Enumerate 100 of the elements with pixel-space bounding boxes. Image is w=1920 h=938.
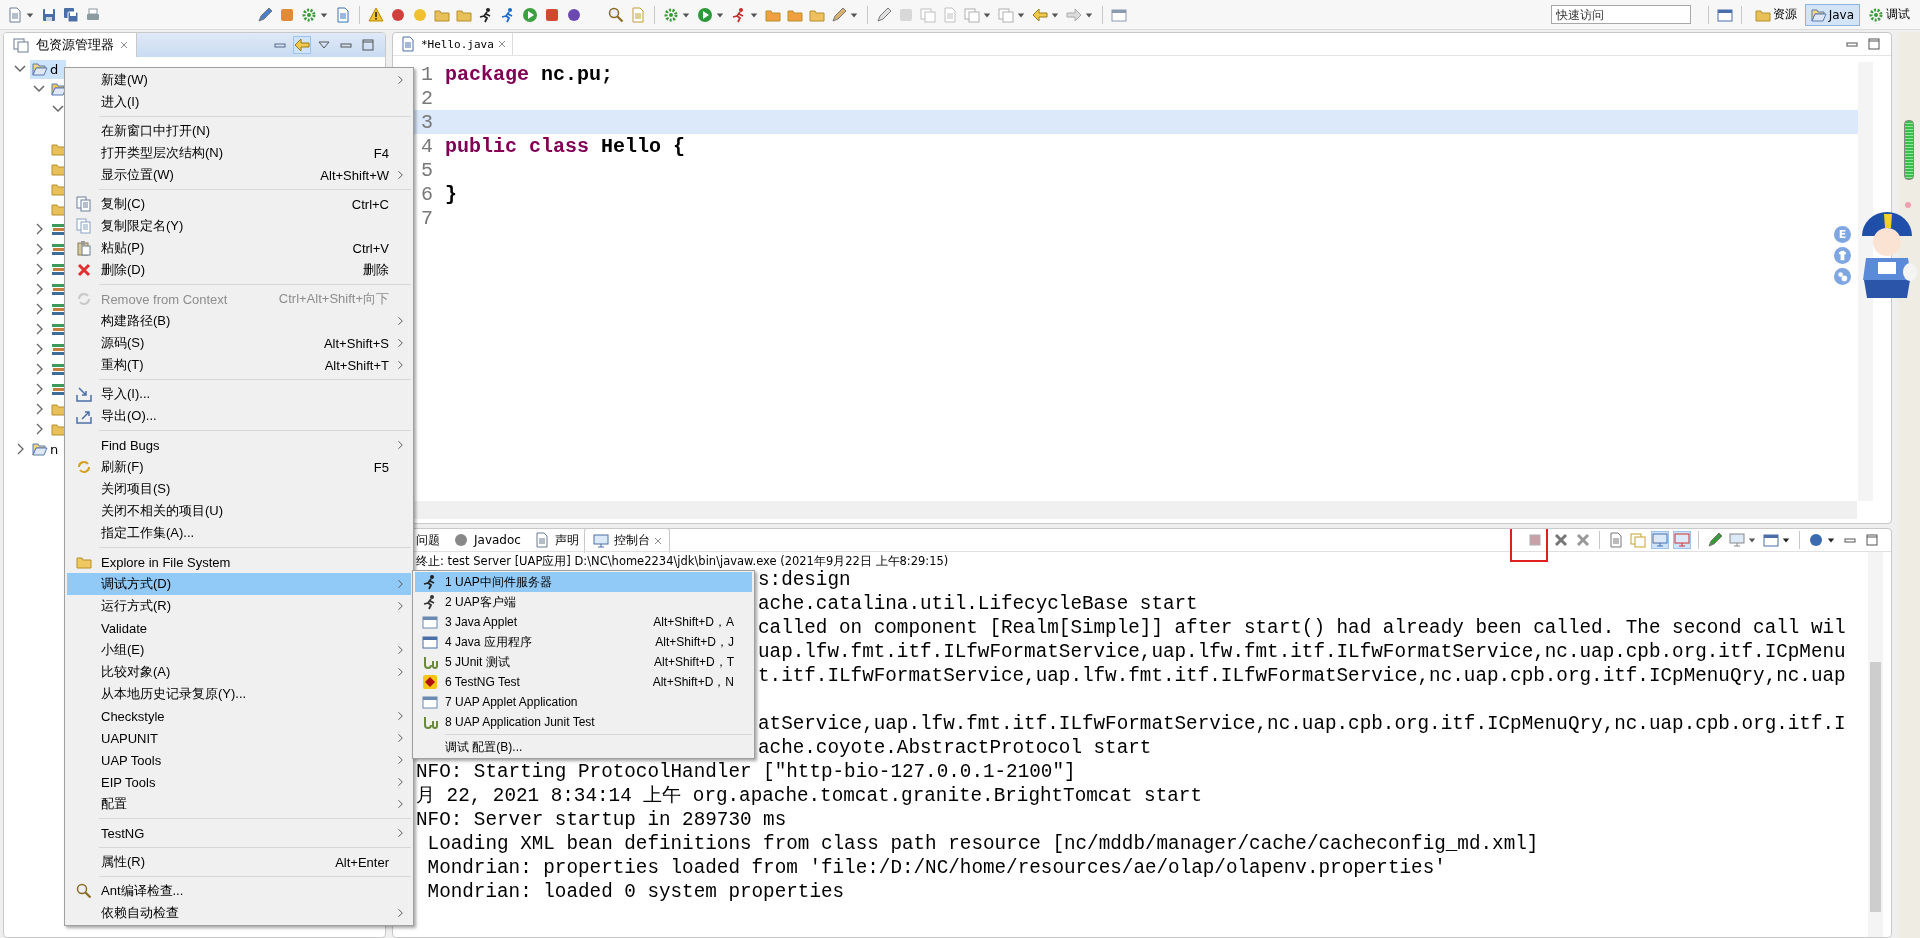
play-icon[interactable] xyxy=(522,6,538,23)
perspective-button[interactable]: 资源 xyxy=(1748,3,1803,26)
menu-item[interactable]: 5 JUnit 测试 Alt+Shift+D，T xyxy=(415,652,752,672)
menu-item[interactable]: 2 UAP客户端 xyxy=(415,592,752,612)
console-line: NFO: Server startup in 289730 ms xyxy=(416,809,787,831)
menu-item[interactable]: 调试方式(D) xyxy=(67,573,411,595)
stop-icon[interactable] xyxy=(1527,532,1543,548)
menu-item[interactable]: Validate xyxy=(67,617,411,639)
quick-access-field[interactable]: 快速访问 xyxy=(1550,5,1691,24)
view-tab[interactable]: 包资源管理器 xyxy=(4,33,137,57)
document-icon xyxy=(533,532,550,548)
maximize-icon[interactable] xyxy=(360,37,376,53)
menu-item[interactable]: 运行方式(R) xyxy=(67,595,411,617)
menu-item[interactable]: 在新窗口中打开(N) xyxy=(67,120,411,142)
menu-item[interactable]: 小组(E) xyxy=(67,639,411,661)
menu-item[interactable]: 属性(R) Alt+Enter xyxy=(67,851,411,873)
scrollbar[interactable] xyxy=(1868,552,1883,937)
menu-item[interactable]: 指定工作集(A)... xyxy=(67,522,411,544)
square-icon[interactable] xyxy=(544,6,560,23)
menu-item[interactable]: UAPUNIT xyxy=(67,727,411,749)
menu-item[interactable]: 刷新(F) F5 xyxy=(67,456,411,478)
chat-icon[interactable] xyxy=(1834,268,1851,285)
menu-item[interactable]: 复制(C) Ctrl+C xyxy=(67,193,411,215)
open-perspective-icon[interactable] xyxy=(1716,6,1733,23)
window-icon[interactable] xyxy=(1111,6,1127,23)
folder-icon xyxy=(51,421,67,437)
menu-item[interactable]: 源码(S) Alt+Shift+S xyxy=(67,332,411,354)
view-tab[interactable]: 问题 xyxy=(411,529,445,552)
gear-icon[interactable] xyxy=(663,6,679,23)
document-icon[interactable] xyxy=(335,6,351,23)
menu-item[interactable]: 粘贴(P) Ctrl+V xyxy=(67,237,411,259)
editor-tab[interactable]: *Hello.java xyxy=(393,33,513,55)
menu-item[interactable]: 构建路径(B) xyxy=(67,310,411,332)
menu-item[interactable]: TestNG xyxy=(67,822,411,844)
print-icon[interactable] xyxy=(85,6,101,23)
menu-item[interactable]: 重构(T) Alt+Shift+T xyxy=(67,354,411,376)
menu-item[interactable]: 显示位置(W) Alt+Shift+W xyxy=(67,164,411,186)
new-window-icon[interactable] xyxy=(1763,532,1779,548)
gear-icon[interactable] xyxy=(301,6,317,23)
close-icon[interactable] xyxy=(118,39,130,51)
view-tab[interactable]: 声明 xyxy=(525,529,584,552)
folder-icon xyxy=(51,401,67,417)
menu-item[interactable]: 配置 xyxy=(67,793,411,815)
window-icon xyxy=(422,614,438,630)
menu-item[interactable]: 从本地历史记录复原(Y)... xyxy=(67,683,411,705)
menu-item[interactable]: 7 UAP Applet Application xyxy=(415,692,752,712)
play-icon[interactable] xyxy=(697,6,713,23)
remove-icon[interactable] xyxy=(1553,532,1569,548)
menu-item[interactable]: UAP Tools xyxy=(67,749,411,771)
menu-item[interactable]: 删除(D) 删除 xyxy=(67,259,411,281)
perspective-button[interactable]: 调试 xyxy=(1862,3,1916,26)
menu-item[interactable]: 复制限定名(Y) xyxy=(67,215,411,237)
scrollbar[interactable] xyxy=(1858,62,1873,501)
back-arrow-icon[interactable] xyxy=(1032,6,1048,23)
books-icon xyxy=(51,241,67,257)
books-icon xyxy=(51,301,67,317)
menu-item[interactable]: 关闭不相关的项目(U) xyxy=(67,500,411,522)
line-number: 6 xyxy=(420,182,434,206)
warning-icon[interactable] xyxy=(368,6,384,23)
menu-item[interactable]: 依赖自动检查 xyxy=(67,902,411,924)
monitor-icon[interactable] xyxy=(1674,532,1690,548)
menu-item[interactable]: 8 UAP Application Junit Test xyxy=(415,712,752,732)
save-all-icon[interactable] xyxy=(63,6,79,23)
menu-item[interactable]: 新建(W) xyxy=(67,69,411,91)
maximize-icon[interactable] xyxy=(1866,36,1882,52)
tree-item[interactable]: n xyxy=(30,439,61,459)
circle-icon[interactable] xyxy=(566,6,582,23)
monitor-icon[interactable] xyxy=(1652,532,1668,548)
view-tab[interactable]: Javadoc xyxy=(445,529,526,552)
circle-icon[interactable] xyxy=(390,6,406,23)
shirt-icon[interactable] xyxy=(1834,247,1851,264)
menu-item[interactable]: EIP Tools xyxy=(67,771,411,793)
menu-item[interactable]: 比较对象(A) xyxy=(67,661,411,683)
remove-all-icon[interactable] xyxy=(1575,532,1591,548)
menu-item[interactable]: 3 Java Applet Alt+Shift+D，A xyxy=(415,612,752,632)
view-tab[interactable]: 控制台 xyxy=(583,529,670,553)
menu-item[interactable]: 1 UAP中间件服务器 xyxy=(415,572,752,592)
pencil-icon[interactable] xyxy=(876,6,892,23)
menu-item[interactable]: Explore in File System xyxy=(67,551,411,573)
console-line: NFO: Starting ProtocolHandler ["http-bio-127.0.0.1-2100"] xyxy=(416,761,1076,783)
menu-item[interactable]: Ant编译检查... xyxy=(67,880,411,902)
maximize-icon[interactable] xyxy=(1864,532,1880,548)
menu-item[interactable]: 6 TestNG Test Alt+Shift+D，N xyxy=(415,672,752,692)
menu-item[interactable]: 导出(O)... xyxy=(67,405,411,427)
code-line: public class Hello { xyxy=(445,134,686,158)
menu-item[interactable]: 打开类型层次结构(N) F4 xyxy=(67,142,411,164)
search-icon[interactable] xyxy=(608,6,624,23)
pencil-icon[interactable] xyxy=(831,6,847,23)
menu-item[interactable]: Find Bugs xyxy=(67,434,411,456)
menu-item[interactable]: 进入(I) xyxy=(67,91,411,113)
menu-item[interactable]: 调试 配置(B)... xyxy=(415,737,752,757)
document-icon[interactable] xyxy=(1608,532,1624,548)
menu-item[interactable]: 关闭项目(S) xyxy=(67,478,411,500)
menu-item[interactable]: 4 Java 应用程序 Alt+Shift+D，J xyxy=(415,632,752,652)
tree-item[interactable]: d xyxy=(30,59,67,79)
menu-item[interactable]: 导入(I)... xyxy=(67,383,411,405)
open-folder-icon xyxy=(1810,6,1827,23)
perspective-button[interactable]: Java xyxy=(1804,3,1860,26)
menu-item[interactable]: Checkstyle xyxy=(67,705,411,727)
save-icon[interactable] xyxy=(41,6,57,23)
